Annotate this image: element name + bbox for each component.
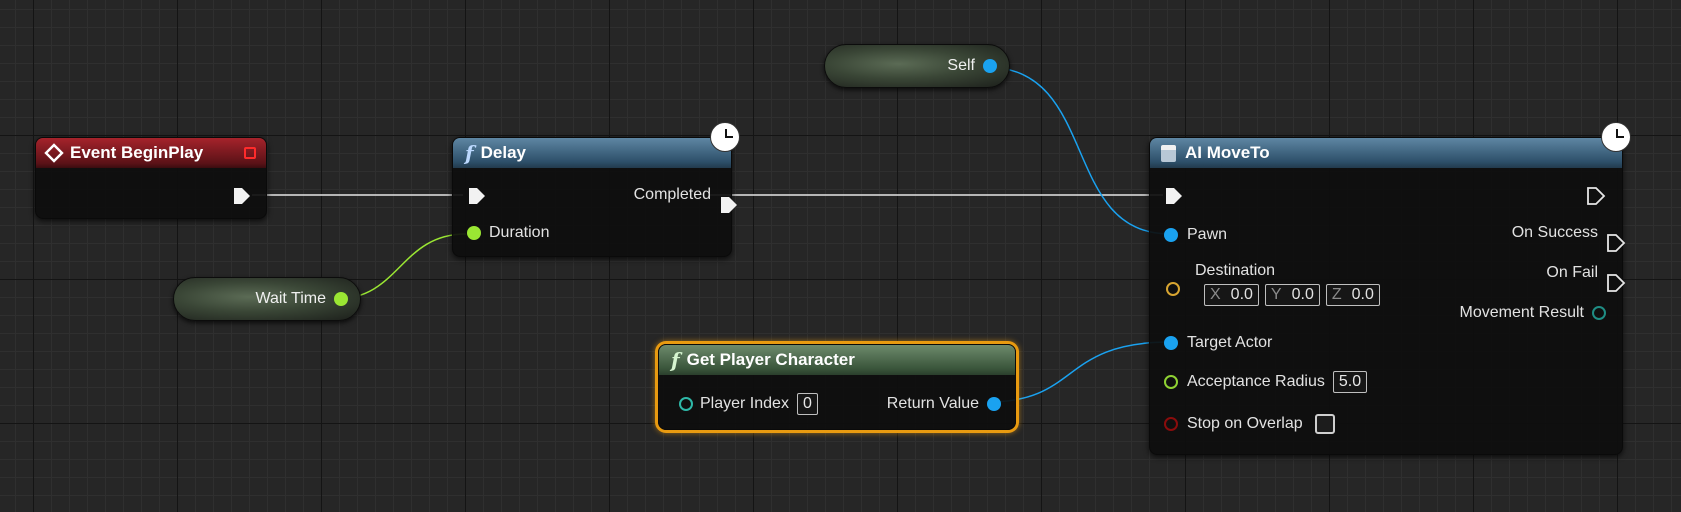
delay-node[interactable]: f Delay Completed Duration [452,137,737,257]
destination-z-value: 0.0 [1351,286,1374,303]
on-success-row: On Success [1511,224,1626,252]
on-fail-row: On Fail [1546,264,1626,292]
pawn-row: Pawn [1164,226,1227,244]
stop-on-overlap-row: Stop on Overlap [1164,414,1335,434]
latent-clock-icon [710,122,740,152]
event-beginplay-header[interactable]: Event BeginPlay [36,138,266,168]
ai-moveto-title: AI MoveTo [1185,143,1270,162]
get-player-character-title: Get Player Character [686,350,855,369]
on-success-label: On Success [1511,224,1598,241]
self-out-pin[interactable] [983,59,997,73]
player-index-row: Player Index 0 [679,393,818,415]
get-player-character-node[interactable]: f Get Player Character Player Index 0 Re… [658,344,1016,430]
acceptance-radius-input[interactable]: 5.0 [1332,371,1368,393]
destination-x-value: 0.0 [1230,286,1253,303]
delay-duration-label: Duration [489,224,550,241]
self-reference-node[interactable]: Self [824,44,1010,88]
event-beginplay-node[interactable]: Event BeginPlay [35,137,267,219]
stop-on-overlap-pin[interactable] [1164,417,1178,431]
function-icon: f [465,141,474,165]
event-diamond-icon [44,143,64,163]
event-beginplay-title: Event BeginPlay [70,143,204,162]
delay-duration-row: Duration [467,224,549,242]
target-actor-label: Target Actor [1187,334,1273,351]
on-fail-label: On Fail [1546,264,1598,281]
stop-on-overlap-label: Stop on Overlap [1187,415,1303,432]
target-actor-pin[interactable] [1164,336,1178,350]
destination-pin[interactable] [1166,282,1180,296]
destination-z-axis-label: Z [1331,286,1342,303]
stop-on-overlap-checkbox[interactable] [1314,414,1335,434]
destination-label-row: Destination [1195,262,1275,280]
acceptance-radius-pin[interactable] [1164,375,1178,389]
destination-x-axis-label: X [1210,286,1221,303]
return-value-label: Return Value [886,395,979,412]
wait-time-label: Wait Time [255,290,326,307]
destination-label: Destination [1195,262,1276,279]
destination-y-value: 0.0 [1291,286,1314,303]
destination-x-field[interactable]: X 0.0 [1204,284,1259,306]
pawn-label: Pawn [1187,226,1228,243]
acceptance-radius-label: Acceptance Radius [1187,373,1325,390]
player-index-input[interactable]: 0 [796,393,818,415]
delay-duration-pin[interactable] [467,226,481,240]
delay-header[interactable]: f Delay [453,138,731,168]
ai-moveto-node-icon [1161,144,1176,162]
movement-result-pin[interactable] [1592,306,1606,320]
destination-y-field[interactable]: Y 0.0 [1264,284,1320,306]
delay-title: Delay [480,143,526,162]
destination-y-axis-label: Y [1270,286,1282,303]
wait-time-variable-node[interactable]: Wait Time [173,277,361,321]
return-value-pin[interactable] [987,397,1001,411]
pure-function-icon: f [671,348,680,372]
pawn-pin[interactable] [1164,228,1178,242]
ai-moveto-header[interactable]: AI MoveTo [1150,138,1622,168]
destination-vector-row: X 0.0 Y 0.0 Z 0.0 [1204,284,1386,306]
get-player-character-header[interactable]: f Get Player Character [659,345,1015,375]
self-label: Self [947,57,975,74]
player-index-pin[interactable] [679,397,693,411]
movement-result-label: Movement Result [1459,304,1585,321]
moveto-latent-clock-icon [1601,122,1631,152]
return-value-row: Return Value [887,395,1001,413]
wait-time-out-pin[interactable] [334,292,348,306]
target-actor-row: Target Actor [1164,334,1272,352]
delay-completed-label: Completed [633,186,711,203]
destination-z-field[interactable]: Z 0.0 [1325,284,1380,306]
delay-completed-row: Completed [633,186,737,213]
ai-moveto-node[interactable]: AI MoveTo Pawn Destination X 0.0 Y 0.0 Z… [1149,137,1626,455]
delegate-pin[interactable] [244,147,256,159]
object-wire-self-pawn [985,66,1171,235]
player-index-label: Player Index [700,395,789,412]
acceptance-radius-row: Acceptance Radius 5.0 [1164,371,1368,393]
movement-result-row: Movement Result [1459,304,1606,322]
